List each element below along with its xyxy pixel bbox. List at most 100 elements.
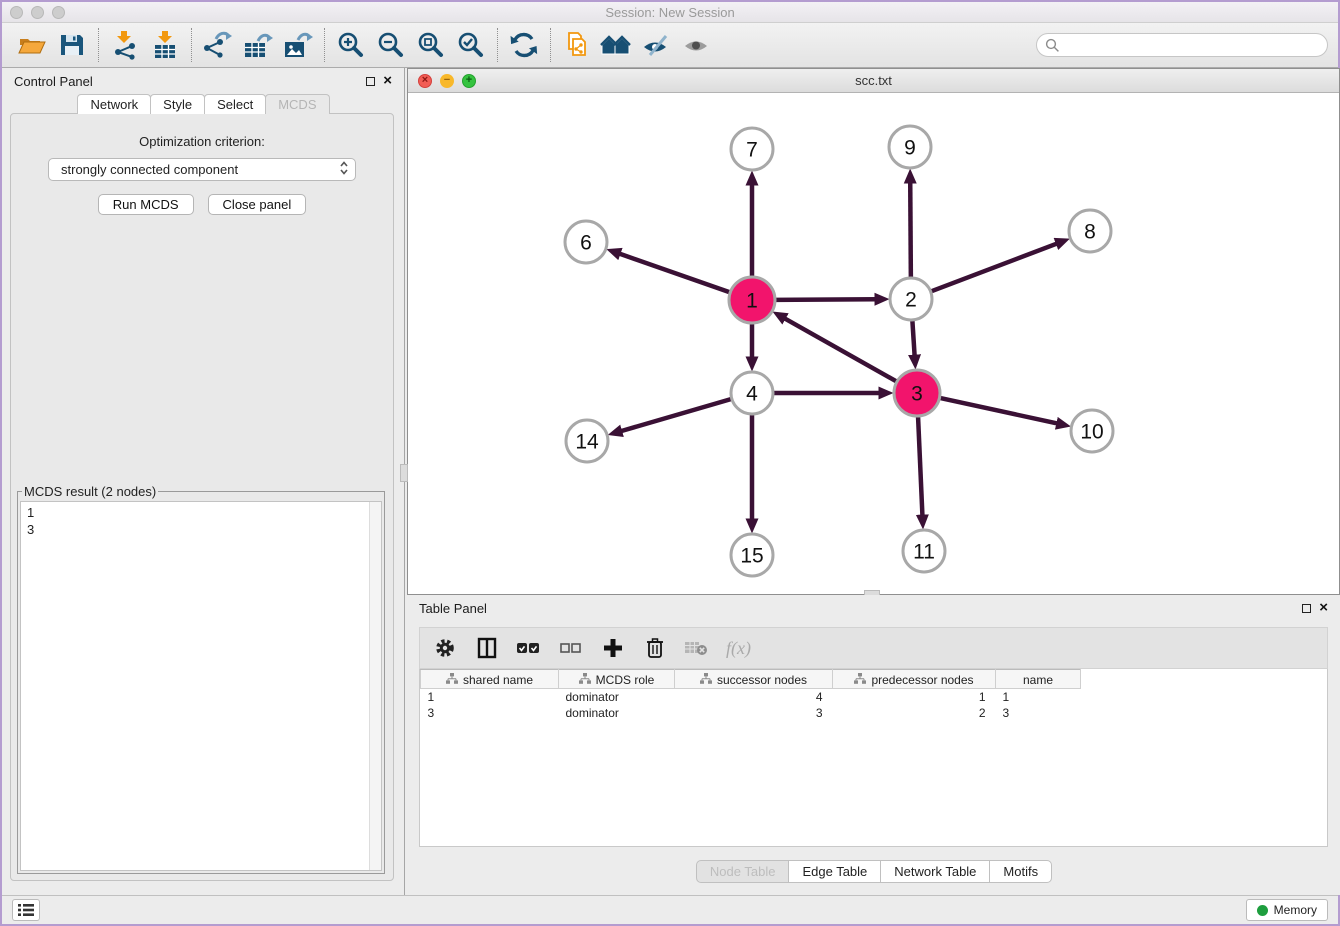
network-graph[interactable]: 1 2 3 4 6 7 8 9 10 11 14 15 (408, 93, 1339, 594)
zoom-out-button[interactable] (371, 26, 411, 64)
search-box[interactable] (1036, 33, 1328, 57)
network-window-titlebar[interactable]: × − + scc.txt (408, 69, 1339, 93)
graph-edge-2-3[interactable] (912, 321, 914, 356)
table-cell[interactable]: 1 (421, 689, 559, 705)
graph-node-10[interactable]: 10 (1071, 410, 1113, 452)
apply-layout-button[interactable] (504, 26, 544, 64)
column-header-MCDS-role[interactable]: MCDS role (559, 670, 675, 689)
table-cell[interactable]: dominator (559, 689, 675, 705)
column-header-name[interactable]: name (996, 670, 1081, 689)
graph-edge-4-14[interactable] (621, 399, 731, 431)
table-row[interactable]: 1dominator411 (421, 689, 1081, 705)
graph-node-8[interactable]: 8 (1069, 210, 1111, 252)
float-panel-icon[interactable] (366, 77, 375, 86)
criterion-select[interactable]: strongly connected component (48, 158, 356, 181)
export-table-button[interactable] (238, 26, 278, 64)
tab-mcds[interactable]: MCDS (265, 94, 329, 114)
graph-node-4[interactable]: 4 (731, 372, 773, 414)
zoom-fit-button[interactable] (411, 26, 451, 64)
float-table-panel-icon[interactable] (1302, 604, 1311, 613)
close-table-panel-icon[interactable]: × (1319, 603, 1328, 613)
new-network-from-selection-button[interactable] (557, 26, 597, 64)
select-all-button[interactable] (516, 635, 542, 661)
mcds-result-area[interactable]: 1 3 (20, 501, 382, 871)
graph-edge-3-1[interactable] (784, 318, 896, 381)
graph-edge-2-8[interactable] (932, 243, 1058, 291)
table-settings-button[interactable] (432, 635, 458, 661)
network-canvas[interactable]: 1 2 3 4 6 7 8 9 10 11 14 15 (408, 93, 1339, 594)
table-cell[interactable]: 1 (833, 689, 996, 705)
tab-select[interactable]: Select (204, 94, 266, 114)
graph-edge-3-11[interactable] (918, 417, 922, 516)
zoom-in-button[interactable] (331, 26, 371, 64)
search-input[interactable] (1060, 38, 1319, 52)
graph-edge-3-10[interactable] (940, 398, 1057, 423)
copy-network-icon (562, 30, 592, 60)
open-file-button[interactable] (12, 26, 52, 64)
eye-slash-icon (641, 31, 673, 59)
graph-node-11[interactable]: 11 (903, 530, 945, 572)
first-neighbors-button[interactable] (597, 26, 637, 64)
graph-node-label: 11 (913, 541, 935, 564)
column-header-shared-name[interactable]: shared name (421, 670, 559, 689)
hide-selected-button[interactable] (637, 26, 677, 64)
tab-edge-table[interactable]: Edge Table (788, 860, 881, 883)
zoom-selected-button[interactable] (451, 26, 491, 64)
table-row[interactable]: 3dominator323 (421, 705, 1081, 721)
graph-node-2[interactable]: 2 (890, 278, 932, 320)
table-cell[interactable]: 2 (833, 705, 996, 721)
import-network-button[interactable] (105, 26, 145, 64)
table-cell[interactable]: 3 (996, 705, 1081, 721)
table-cell[interactable]: 1 (996, 689, 1081, 705)
table-cell[interactable]: dominator (559, 705, 675, 721)
show-columns-button[interactable] (474, 635, 500, 661)
column-header-successor-nodes[interactable]: successor nodes (675, 670, 833, 689)
close-panel-button[interactable]: Close panel (208, 194, 307, 215)
graph-edge-2-9[interactable] (910, 182, 911, 277)
graph-node-label: 4 (746, 383, 758, 406)
graph-node-7[interactable]: 7 (731, 128, 773, 170)
tab-node-table[interactable]: Node Table (696, 860, 790, 883)
tab-motifs[interactable]: Motifs (989, 860, 1052, 883)
delete-table-button[interactable] (684, 635, 710, 661)
run-mcds-button[interactable]: Run MCDS (98, 194, 194, 215)
column-header-predecessor-nodes[interactable]: predecessor nodes (833, 670, 996, 689)
checked-boxes-icon (517, 641, 541, 655)
show-all-button[interactable] (677, 26, 717, 64)
close-panel-icon[interactable]: × (383, 76, 392, 86)
graph-node-3[interactable]: 3 (894, 370, 940, 416)
graph-node-9[interactable]: 9 (889, 126, 931, 168)
vertical-splitter-grip[interactable] (400, 464, 408, 482)
tab-network[interactable]: Network (77, 94, 151, 114)
graph-node-6[interactable]: 6 (565, 221, 607, 263)
tab-network-table[interactable]: Network Table (880, 860, 990, 883)
minimize-network-icon[interactable]: − (440, 74, 454, 88)
task-history-button[interactable] (12, 899, 40, 921)
memory-label: Memory (1274, 903, 1317, 917)
function-builder-button[interactable]: f(x) (726, 638, 751, 659)
graph-node-14[interactable]: 14 (566, 420, 608, 462)
export-network-button[interactable] (198, 26, 238, 64)
table-cell[interactable]: 4 (675, 689, 833, 705)
graph-edge-1-2[interactable] (776, 299, 876, 300)
create-column-button[interactable] (600, 635, 626, 661)
export-image-button[interactable] (278, 26, 318, 64)
graph-node-1[interactable]: 1 (729, 277, 775, 323)
table-cell[interactable]: 3 (421, 705, 559, 721)
maximize-network-icon[interactable]: + (462, 74, 476, 88)
graph-node-label: 10 (1080, 421, 1103, 444)
deselect-all-button[interactable] (558, 635, 584, 661)
save-session-button[interactable] (52, 26, 92, 64)
import-table-button[interactable] (145, 26, 185, 64)
toolbar-separator (550, 28, 551, 62)
graph-node-15[interactable]: 15 (731, 534, 773, 576)
close-network-icon[interactable]: × (418, 74, 432, 88)
status-bar: Memory (2, 895, 1338, 924)
table-cell[interactable]: 3 (675, 705, 833, 721)
result-scrollbar[interactable] (369, 502, 381, 870)
tab-style[interactable]: Style (150, 94, 205, 114)
delete-column-button[interactable] (642, 635, 668, 661)
memory-button[interactable]: Memory (1246, 899, 1328, 921)
graph-edge-1-6[interactable] (619, 254, 729, 293)
memory-status-icon (1257, 905, 1268, 916)
